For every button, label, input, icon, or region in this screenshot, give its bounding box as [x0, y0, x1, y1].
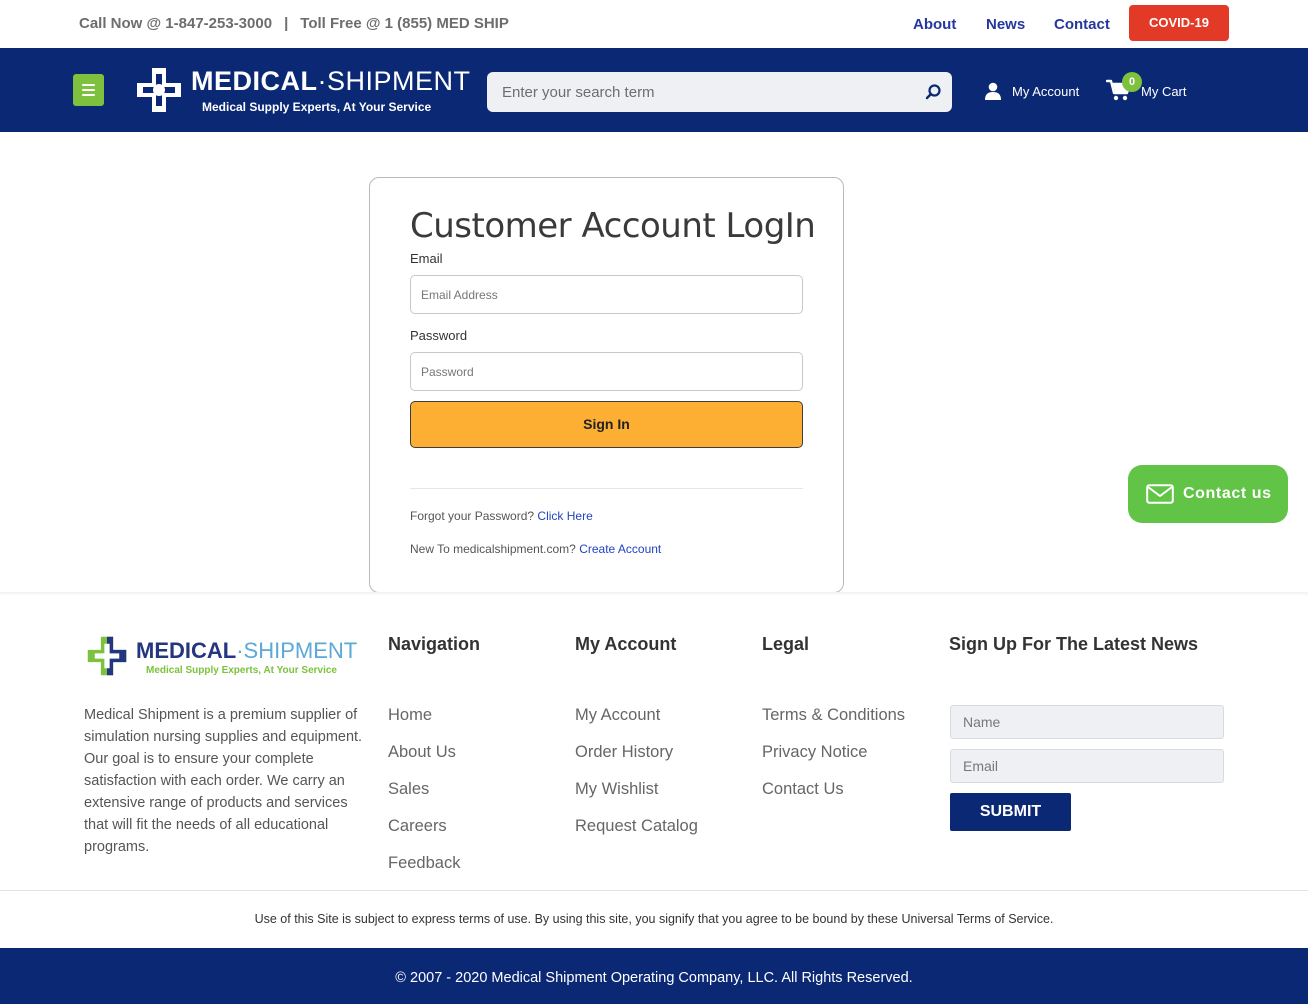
- contact-us-label: Contact us: [1183, 485, 1272, 502]
- search-bar: [487, 72, 952, 112]
- user-icon: [985, 82, 1001, 100]
- hamburger-menu-button[interactable]: [73, 74, 104, 106]
- footer-link-terms[interactable]: Terms & Conditions: [762, 706, 905, 725]
- footer-link-home[interactable]: Home: [388, 706, 432, 725]
- call-now-text[interactable]: Call Now @ 1-847-253-3000: [79, 15, 272, 32]
- contact-us-button[interactable]: Contact us: [1128, 465, 1288, 523]
- password-label: Password: [410, 328, 468, 343]
- my-account-heading: My Account: [575, 634, 677, 654]
- footer-link-about-us[interactable]: About Us: [388, 743, 456, 762]
- create-account-line: New To medicalshipment.com? Create Accou…: [410, 542, 661, 556]
- envelope-icon: [1146, 484, 1174, 504]
- forgot-password-text: Forgot your Password?: [410, 509, 535, 523]
- email-field[interactable]: [410, 275, 803, 314]
- medical-cross-logo-icon: [87, 636, 127, 676]
- phone-separator: |: [284, 15, 289, 32]
- sign-in-button[interactable]: Sign In: [410, 401, 803, 448]
- cart-count-badge: 0: [1122, 72, 1142, 92]
- footer-logo-title-thin: SHIPMENT: [243, 638, 358, 663]
- footer-link-careers[interactable]: Careers: [388, 817, 447, 836]
- footer-link-feedback[interactable]: Feedback: [388, 854, 460, 873]
- footer-link-sales[interactable]: Sales: [388, 780, 429, 799]
- footer-logo-tagline: Medical Supply Experts, At Your Service: [146, 665, 337, 676]
- footer-link-privacy[interactable]: Privacy Notice: [762, 743, 867, 762]
- logo-title-dot: ·: [317, 66, 327, 96]
- footer-logo-title: MEDICAL·SHIPMENT: [136, 638, 357, 664]
- password-field[interactable]: [410, 352, 803, 391]
- login-title: Customer Account LogIn: [410, 206, 816, 246]
- logo-title: MEDICAL·SHIPMENT: [191, 66, 471, 97]
- my-cart-label: My Cart: [1141, 84, 1187, 99]
- copyright-text: © 2007 - 2020 Medical Shipment Operating…: [395, 970, 913, 986]
- forgot-password-line: Forgot your Password? Click Here: [410, 509, 593, 523]
- footer-logo-title-bold: MEDICAL: [136, 638, 237, 663]
- footer-link-contact-us[interactable]: Contact Us: [762, 780, 844, 799]
- navigation-heading: Navigation: [388, 634, 481, 654]
- top-link-about[interactable]: About: [913, 16, 956, 33]
- logo-tagline: Medical Supply Experts, At Your Service: [202, 100, 432, 114]
- search-input[interactable]: [487, 72, 907, 112]
- search-icon[interactable]: [924, 83, 942, 101]
- newsletter-email-field[interactable]: [950, 749, 1224, 783]
- footer-link-my-account[interactable]: My Account: [575, 706, 660, 725]
- hamburger-icon-bar: [82, 89, 95, 91]
- footer-logo-title-dot: ·: [236, 638, 244, 663]
- copyright-bar: © 2007 - 2020 Medical Shipment Operating…: [0, 948, 1308, 1004]
- hamburger-icon: [82, 84, 95, 86]
- footer-logo[interactable]: MEDICAL·SHIPMENT Medical Supply Experts,…: [86, 635, 366, 683]
- email-label: Email: [410, 251, 443, 266]
- medical-cross-logo-icon: [137, 68, 181, 112]
- terms-notice: Use of this Site is subject to express t…: [0, 890, 1308, 948]
- card-divider: [410, 488, 803, 489]
- footer-link-request-catalog[interactable]: Request Catalog: [575, 817, 698, 836]
- company-description: Medical Shipment is a premium supplier o…: [84, 707, 363, 855]
- newsletter-name-field[interactable]: [950, 705, 1224, 739]
- my-account-label: My Account: [1012, 84, 1080, 99]
- newsletter-heading: Sign Up For The Latest News: [949, 634, 1199, 654]
- create-account-link[interactable]: Create Account: [579, 542, 661, 556]
- toll-free-text[interactable]: Toll Free @ 1 (855) MED SHIP: [300, 15, 509, 32]
- footer-link-my-wishlist[interactable]: My Wishlist: [575, 780, 658, 799]
- covid-19-button[interactable]: COVID-19: [1129, 5, 1229, 41]
- my-cart-link[interactable]: 0 My Cart: [1106, 72, 1206, 108]
- hamburger-icon-bar: [82, 94, 95, 96]
- logo-title-bold: MEDICAL: [191, 66, 318, 96]
- footer-top-edge: [0, 592, 1308, 596]
- login-card: Customer Account LogIn Email Password Si…: [369, 177, 844, 593]
- legal-heading: Legal: [762, 634, 810, 654]
- main-header: MEDICAL·SHIPMENT Medical Supply Experts,…: [0, 48, 1308, 132]
- newsletter-submit-button[interactable]: SUBMIT: [950, 793, 1071, 831]
- forgot-password-link[interactable]: Click Here: [537, 509, 592, 523]
- top-link-news[interactable]: News: [986, 16, 1025, 33]
- phone-numbers: Call Now @ 1-847-253-3000 | Toll Free @ 1 …: [79, 15, 509, 32]
- site-logo[interactable]: MEDICAL·SHIPMENT Medical Supply Experts,…: [135, 66, 470, 116]
- footer-link-order-history[interactable]: Order History: [575, 743, 673, 762]
- new-customer-text: New To medicalshipment.com?: [410, 542, 576, 556]
- top-link-contact[interactable]: Contact: [1054, 16, 1110, 33]
- logo-title-thin: SHIPMENT: [327, 66, 471, 96]
- terms-text: Use of this Site is subject to express t…: [254, 912, 1054, 926]
- top-bar: Call Now @ 1-847-253-3000 | Toll Free @ 1 …: [0, 0, 1308, 48]
